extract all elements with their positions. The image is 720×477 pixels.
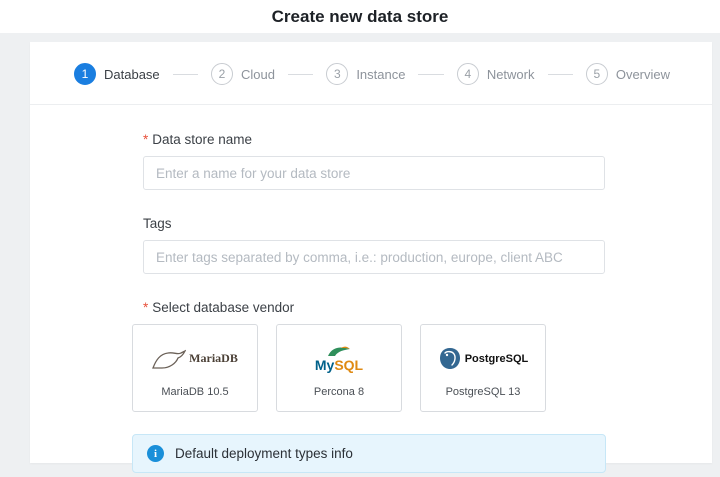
vendor-card-percona[interactable]: MySQL Percona 8 xyxy=(276,324,402,412)
step-connector xyxy=(287,73,314,75)
step-number-badge: 3 xyxy=(326,63,349,85)
vendor-name: MariaDB 10.5 xyxy=(161,385,229,398)
wizard-stepper: 1 Database 2 Cloud 3 Instance 4 Network … xyxy=(30,42,712,105)
step-connector xyxy=(172,73,198,75)
mysql-logo-text: MySQL xyxy=(315,357,363,373)
mysql-dolphin-icon xyxy=(327,346,350,356)
vendor-card-postgresql[interactable]: PostgreSQL PostgreSQL 13 xyxy=(420,324,546,412)
page-title: Create new data store xyxy=(271,6,449,26)
step-number-badge: 4 xyxy=(456,63,479,85)
info-banner-text: Default deployment types info xyxy=(175,446,353,461)
database-form: *Data store name Tags *Select database v… xyxy=(30,105,712,473)
postgresql-logo: PostgreSQL xyxy=(438,339,529,379)
tags-label: Tags xyxy=(143,216,712,231)
step-label: Instance xyxy=(356,66,406,82)
step-number-badge: 1 xyxy=(74,63,96,85)
step-connector xyxy=(418,73,444,75)
mysql-logo-text-my: My xyxy=(314,356,335,373)
mariadb-logo: MariaDB xyxy=(152,339,238,379)
postgresql-logo-text: PostgreSQL xyxy=(464,352,529,365)
step-label: Cloud xyxy=(241,66,275,82)
vendor-label: * Select database vendor xyxy=(143,300,712,315)
required-asterisk: * xyxy=(143,132,149,147)
step-instance[interactable]: 3 Instance xyxy=(326,63,405,85)
deployment-types-info-banner[interactable]: i Default deployment types info xyxy=(132,434,606,473)
tags-input[interactable] xyxy=(143,240,605,274)
data-store-name-label-text: Data store name xyxy=(152,132,253,147)
step-label: Database xyxy=(104,66,160,82)
data-store-name-label: * Data store name xyxy=(143,132,712,147)
tags-label-text: Tags xyxy=(143,216,172,231)
data-store-name-input[interactable] xyxy=(143,156,605,190)
step-database[interactable]: 1 Database xyxy=(74,63,160,85)
mariadb-logo-text: MariaDB xyxy=(189,351,238,365)
mariadb-seal-icon xyxy=(152,349,187,369)
required-asterisk: * xyxy=(143,300,149,315)
mysql-logo-text-sql: SQL xyxy=(334,356,364,373)
step-cloud[interactable]: 2 Cloud xyxy=(211,63,275,85)
step-number-badge: 2 xyxy=(211,63,233,85)
info-icon: i xyxy=(147,445,164,462)
vendor-name: PostgreSQL 13 xyxy=(445,385,521,398)
step-network[interactable]: 4 Network xyxy=(456,63,535,85)
vendor-label-text: Select database vendor xyxy=(152,300,295,315)
postgresql-elephant-icon xyxy=(439,347,460,369)
wizard-card: 1 Database 2 Cloud 3 Instance 4 Network … xyxy=(30,42,712,473)
step-label: Overview xyxy=(615,66,671,82)
vendor-card-mariadb[interactable]: MariaDB MariaDB 10.5 xyxy=(132,324,258,412)
mysql-logo: MySQL xyxy=(315,339,363,379)
step-connector xyxy=(547,73,573,75)
vendor-options: MariaDB MariaDB 10.5 MySQL Percona 8 Pos… xyxy=(132,324,712,412)
step-number-badge: 5 xyxy=(585,63,608,85)
vendor-name: Percona 8 xyxy=(313,385,365,398)
page-header: Create new data store xyxy=(0,0,720,33)
step-overview[interactable]: 5 Overview xyxy=(585,63,671,85)
step-label: Network xyxy=(486,66,535,82)
